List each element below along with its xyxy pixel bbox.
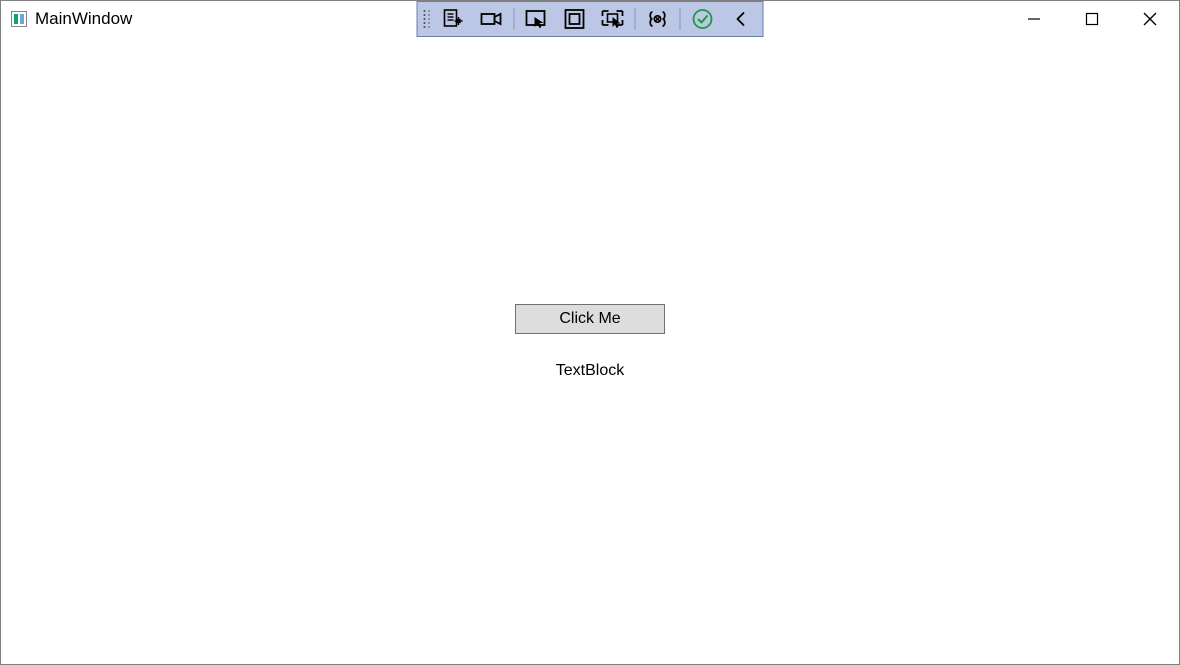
hot-reload-icon[interactable] — [685, 4, 721, 34]
track-focused-icon[interactable] — [595, 4, 631, 34]
title-bar: MainWindow — [1, 1, 1179, 37]
live-visual-tree-icon[interactable] — [436, 4, 472, 34]
minimize-button[interactable] — [1005, 1, 1063, 37]
binding-failures-icon[interactable] — [640, 4, 676, 34]
content-stack: Click Me TextBlock — [515, 304, 665, 380]
textblock-label: TextBlock — [556, 362, 624, 380]
select-element-icon[interactable] — [519, 4, 555, 34]
toolbar-separator — [635, 8, 636, 30]
collapse-icon[interactable] — [723, 4, 759, 34]
layout-adorners-icon[interactable] — [557, 4, 593, 34]
click-me-button[interactable]: Click Me — [515, 304, 665, 334]
window-title: MainWindow — [35, 9, 132, 29]
toolbar-separator — [680, 8, 681, 30]
maximize-button[interactable] — [1063, 1, 1121, 37]
client-area: Click Me TextBlock — [2, 37, 1178, 663]
recorder-icon[interactable] — [474, 4, 510, 34]
toolbar-separator — [514, 8, 515, 30]
close-button[interactable] — [1121, 1, 1179, 37]
debug-toolbar — [417, 1, 764, 37]
app-icon — [11, 11, 27, 27]
toolbar-grip[interactable] — [422, 5, 432, 33]
window-controls — [1005, 1, 1179, 37]
